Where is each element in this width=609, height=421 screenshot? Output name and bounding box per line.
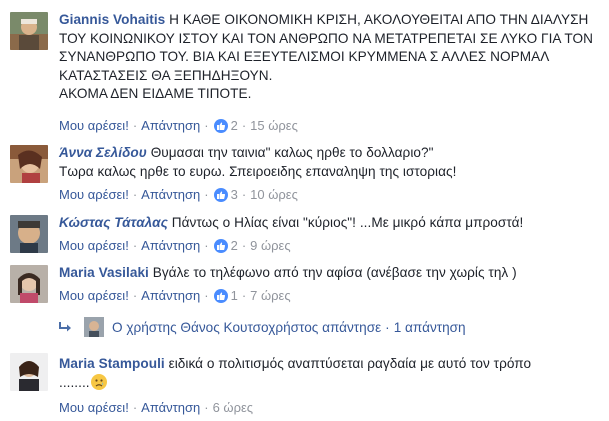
- comment-thread: Giannis Vohaitis Η ΚΑΘΕ ΟΙΚΟΝΟΜΙΚΗ ΚΡΙΣΗ…: [0, 0, 609, 421]
- thumbs-up-icon[interactable]: [213, 118, 228, 133]
- like-link[interactable]: Μου αρέσει!: [59, 118, 129, 133]
- thumbs-up-icon[interactable]: [213, 187, 228, 202]
- reply-arrow-icon: [59, 322, 71, 332]
- avatar[interactable]: [10, 215, 48, 253]
- sad-face-emoji-icon: [90, 373, 107, 390]
- timestamp[interactable]: 7 ώρες: [250, 288, 290, 303]
- reply-summary-text[interactable]: Ο χρήστης Θάνος Κουτσοχρήστος απάντησε: [112, 320, 381, 335]
- reply-link[interactable]: Απάντηση: [141, 400, 200, 415]
- separator: ·: [132, 288, 138, 303]
- comment-actions: Μου αρέσει! · Απάντηση · 6 ώρες: [59, 400, 253, 415]
- timestamp[interactable]: 6 ώρες: [213, 400, 253, 415]
- comment-actions: Μου αρέσει! · Απάντηση · 2 · 15 ώρες: [59, 118, 298, 133]
- comment-body: Άννα Σελίδου Θυμασαι την ταινια" καλως η…: [59, 144, 603, 181]
- like-link[interactable]: Μου αρέσει!: [59, 288, 129, 303]
- comment-actions: Μου αρέσει! · Απάντηση · 2 · 9 ώρες: [59, 238, 291, 253]
- avatar[interactable]: [10, 145, 48, 183]
- separator: ·: [204, 238, 209, 253]
- like-link[interactable]: Μου αρέσει!: [59, 400, 129, 415]
- reply-link[interactable]: Απάντηση: [141, 288, 200, 303]
- like-count[interactable]: 1: [231, 288, 238, 303]
- reply-summary: Ο χρήστης Θάνος Κουτσοχρήστος απάντησε · 1…: [112, 320, 466, 335]
- comment-author[interactable]: Άννα Σελίδου: [59, 145, 147, 160]
- like-count[interactable]: 2: [231, 118, 238, 133]
- comment-body: Maria Vasilaki Βγάλε το τηλέφωνο από την…: [59, 264, 603, 283]
- view-replies-link[interactable]: Ο χρήστης Θάνος Κουτσοχρήστος απάντησε · 1…: [58, 316, 466, 338]
- thumbs-up-icon[interactable]: [213, 238, 228, 253]
- reply-link[interactable]: Απάντηση: [141, 118, 200, 133]
- comment-body: Maria Stampouli ειδικά ο πολιτισμός αναπ…: [59, 355, 603, 392]
- comment-author[interactable]: Giannis Vohaitis: [59, 12, 165, 27]
- reply-link[interactable]: Απάντηση: [141, 187, 200, 202]
- avatar[interactable]: [10, 353, 48, 391]
- comment-body: Giannis Vohaitis Η ΚΑΘΕ ΟΙΚΟΝΟΜΙΚΗ ΚΡΙΣΗ…: [59, 11, 603, 104]
- like-count[interactable]: 2: [231, 238, 238, 253]
- like-link[interactable]: Μου αρέσει!: [59, 238, 129, 253]
- comment-author[interactable]: Maria Stampouli: [59, 356, 165, 371]
- comment-author[interactable]: Maria Vasilaki: [59, 265, 149, 280]
- separator: ·: [241, 288, 247, 303]
- separator: ·: [132, 187, 138, 202]
- comment-actions: Μου αρέσει! · Απάντηση · 1 · 7 ώρες: [59, 288, 291, 303]
- timestamp[interactable]: 9 ώρες: [250, 238, 290, 253]
- like-link[interactable]: Μου αρέσει!: [59, 187, 129, 202]
- separator: ·: [132, 400, 138, 415]
- like-count[interactable]: 3: [231, 187, 238, 202]
- comment-author[interactable]: Κώστας Τάταλας: [59, 215, 168, 230]
- comment-actions: Μου αρέσει! · Απάντηση · 3 · 10 ώρες: [59, 187, 298, 202]
- separator: ·: [241, 187, 247, 202]
- separator: ·: [241, 118, 247, 133]
- separator: ·: [132, 238, 138, 253]
- separator: ·: [204, 118, 209, 133]
- timestamp[interactable]: 15 ώρες: [250, 118, 298, 133]
- separator: ·: [132, 118, 138, 133]
- separator: ·: [385, 319, 390, 335]
- comment-text: Βγάλε το τηλέφωνο από την αφίσα (ανέβασε…: [152, 265, 517, 280]
- timestamp[interactable]: 10 ώρες: [250, 187, 298, 202]
- separator: ·: [204, 288, 209, 303]
- comment-text: Πάντως ο Ηλίας είναι "κύριος"! ...Με μικ…: [171, 215, 524, 230]
- reply-link[interactable]: Απάντηση: [141, 238, 200, 253]
- separator: ·: [204, 187, 209, 202]
- thumbs-up-icon[interactable]: [213, 288, 228, 303]
- comment-body: Κώστας Τάταλας Πάντως ο Ηλίας είναι "κύρ…: [59, 214, 603, 233]
- separator: ·: [204, 400, 209, 415]
- reply-count[interactable]: 1 απάντηση: [394, 320, 466, 335]
- avatar: [84, 317, 104, 337]
- avatar[interactable]: [10, 265, 48, 303]
- avatar[interactable]: [10, 12, 48, 50]
- separator: ·: [241, 238, 247, 253]
